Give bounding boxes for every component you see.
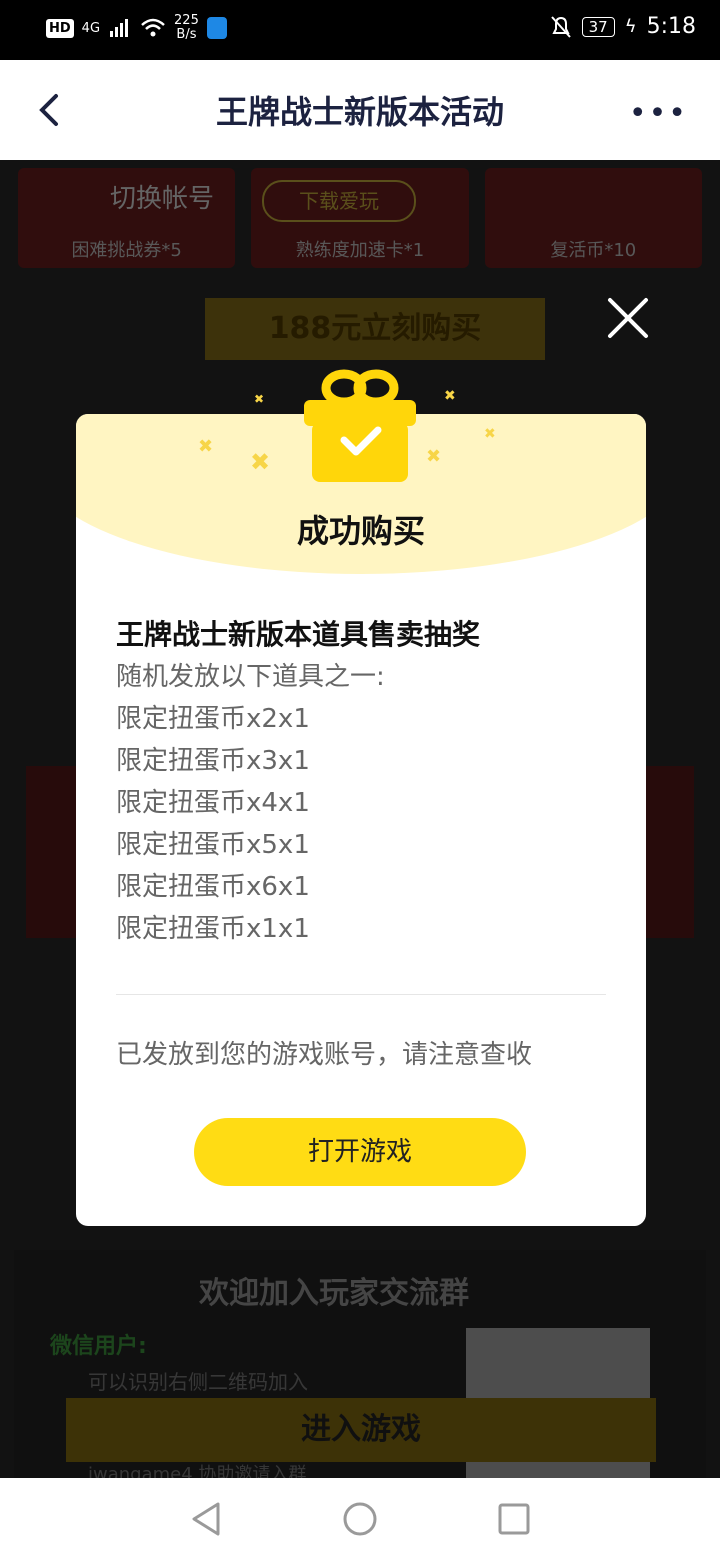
wifi-icon: [141, 18, 165, 37]
page-title: 王牌战士新版本活动: [215, 93, 504, 131]
reward-item: 限定扭蛋币x3x1: [116, 746, 310, 776]
charging-icon: ϟ: [624, 16, 637, 37]
dialog-content: 王牌战士新版本道具售卖抽奖 随机发放以下道具之一: 限定扭蛋币x2x1 限定扭蛋…: [116, 614, 616, 950]
more-icon[interactable]: •••: [629, 96, 688, 131]
shield-icon: [206, 17, 227, 39]
delivery-notice: 已发放到您的游戏账号，请注意查收: [116, 1040, 533, 1070]
network-indicator: 4G: [81, 20, 101, 36]
reward-item: 限定扭蛋币x5x1: [116, 830, 310, 860]
sparkle-icon: ✖: [250, 448, 271, 476]
clock: 5:18: [646, 14, 696, 39]
sparkle-icon: ✖: [198, 436, 214, 457]
app-header: 王牌战士新版本活动 •••: [0, 60, 720, 160]
nav-recents-icon[interactable]: [496, 1500, 532, 1538]
close-icon[interactable]: [606, 296, 650, 340]
purchase-success-dialog: 成功购买 王牌战士新版本道具售卖抽奖 随机发放以下道具之一: 限定扭蛋币x2x1…: [76, 414, 646, 1226]
item-name: 王牌战士新版本道具售卖抽奖: [116, 618, 481, 651]
signal-icon: [110, 19, 129, 37]
back-arrow-icon[interactable]: [36, 90, 64, 130]
random-note: 随机发放以下道具之一:: [116, 662, 385, 692]
hd-indicator: HD: [46, 18, 74, 38]
battery-indicator: 37: [581, 16, 615, 37]
reward-item: 限定扭蛋币x2x1: [116, 704, 310, 734]
dialog-heading: 成功购买: [296, 512, 425, 550]
system-nav-bar: [0, 1478, 720, 1560]
mute-bell-icon: [550, 15, 571, 38]
reward-item: 限定扭蛋币x6x1: [116, 872, 310, 902]
sparkle-icon: ✖: [444, 388, 456, 404]
sparkle-icon: ✖: [484, 426, 496, 442]
nav-home-icon[interactable]: [342, 1500, 378, 1538]
open-game-button[interactable]: 打开游戏: [194, 1118, 526, 1186]
gift-icon: [304, 369, 416, 482]
nav-back-icon[interactable]: [188, 1500, 224, 1538]
sparkle-icon: ✖: [426, 446, 442, 467]
status-bar: HD 4G 225 B/s 37 ϟ 5:18: [0, 0, 720, 60]
reward-item: 限定扭蛋币x1x1: [116, 914, 310, 944]
sparkle-icon: ✖: [254, 392, 265, 406]
reward-item: 限定扭蛋币x4x1: [116, 788, 310, 818]
network-speed: 225 B/s: [174, 13, 199, 42]
divider: [116, 994, 606, 995]
